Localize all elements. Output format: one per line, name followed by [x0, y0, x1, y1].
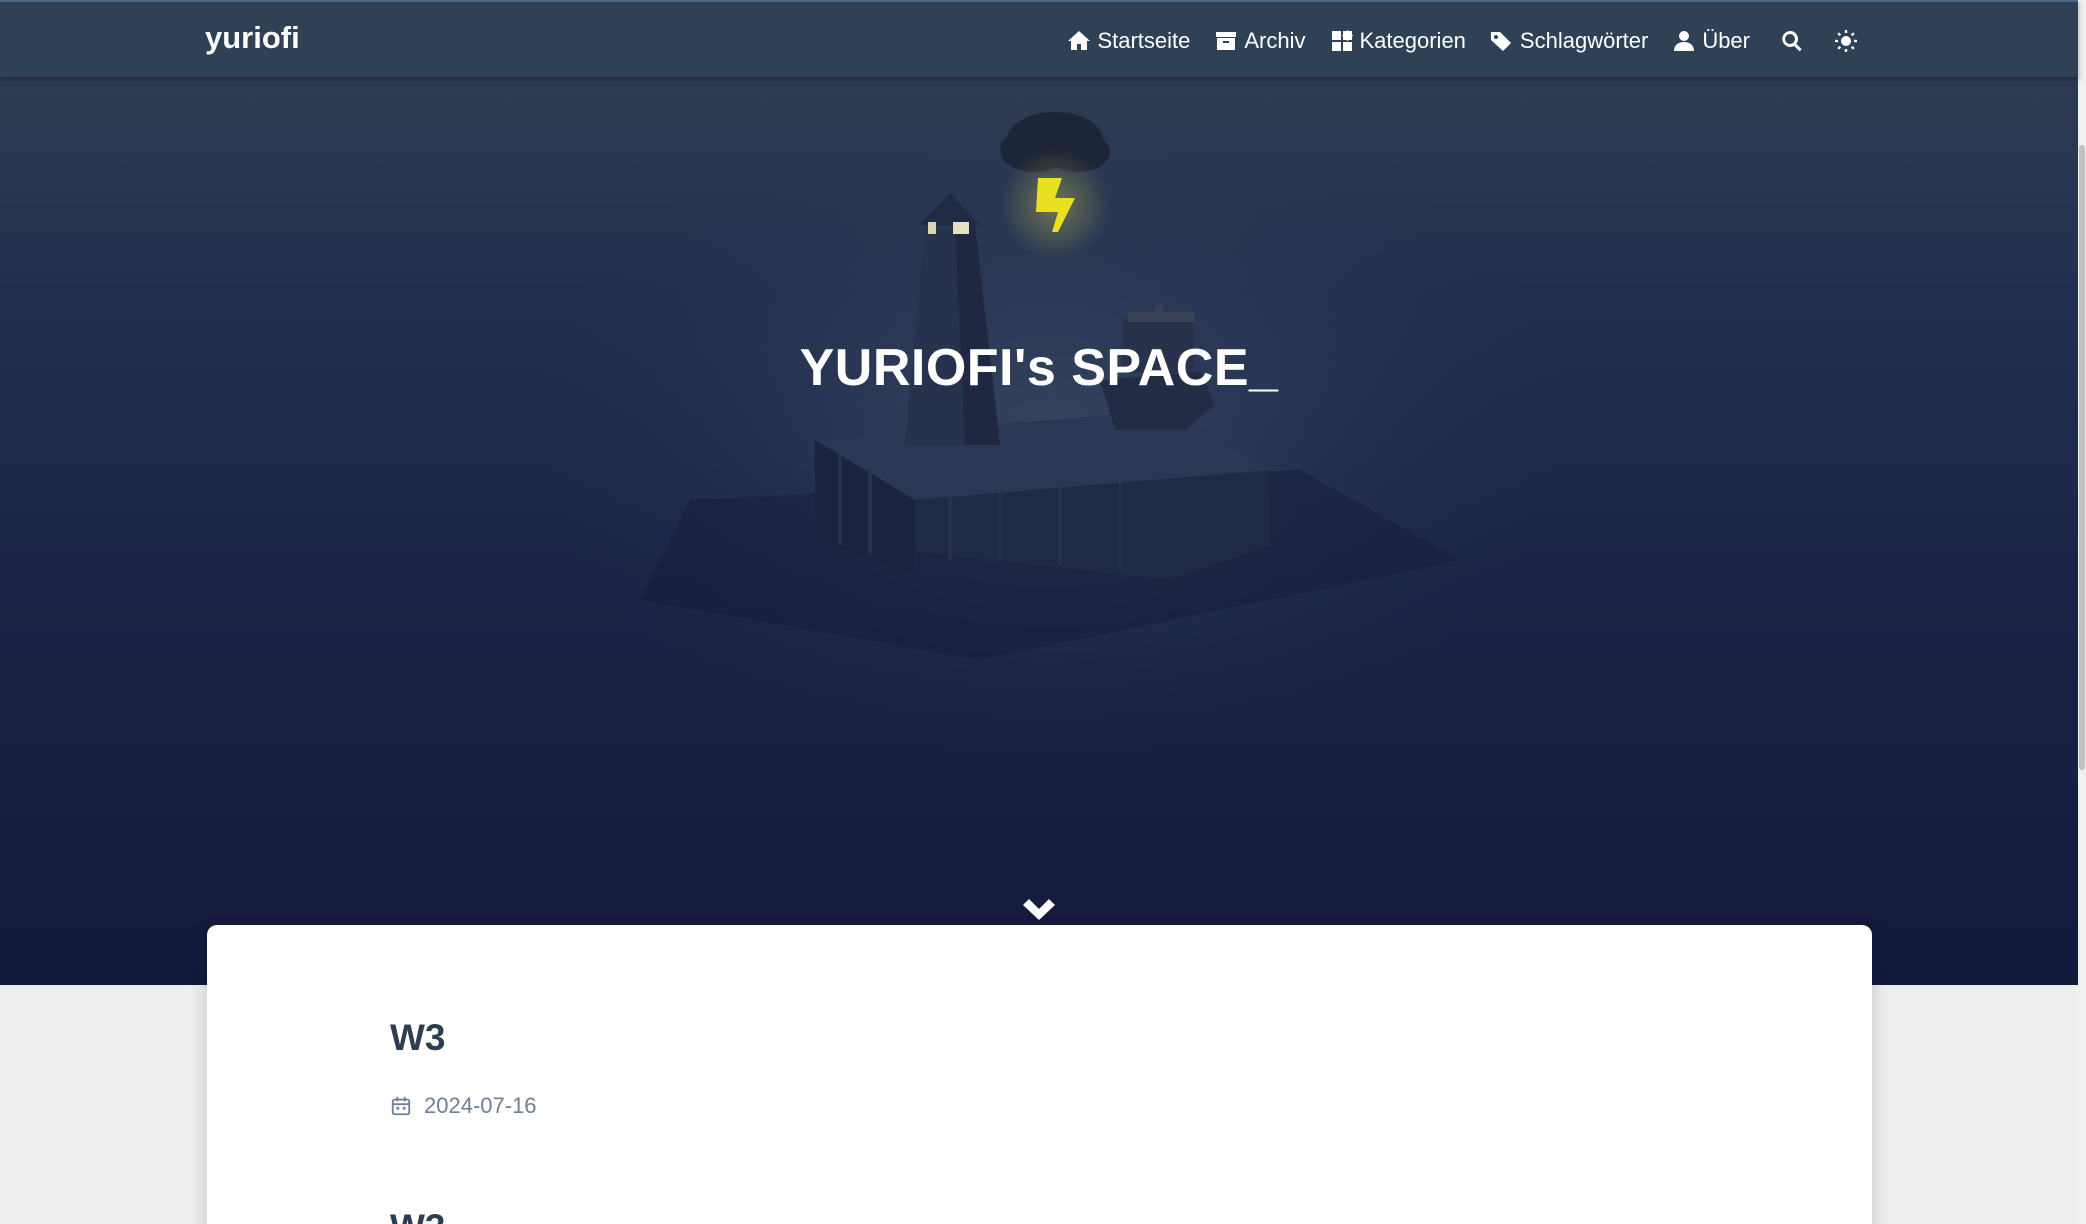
hero-title: YURIOFI's SPACE_: [799, 339, 1279, 397]
post-title-link[interactable]: W3: [390, 1017, 446, 1059]
nav-item-schlagwoerter[interactable]: Schlagwörter: [1490, 28, 1648, 54]
nav-item-label: Archiv: [1244, 27, 1306, 53]
nav-item-startseite[interactable]: Startseite: [1067, 28, 1190, 54]
calendar-icon: [391, 1096, 411, 1116]
post-meta: 2024-07-16: [390, 1093, 537, 1119]
theme-toggle-button[interactable]: [1834, 29, 1858, 53]
categories-icon: [1331, 29, 1353, 51]
user-icon: [1674, 30, 1695, 51]
navbar: yuriofi Startseite Archiv Kategorien Sch…: [0, 0, 2078, 77]
scrollbar[interactable]: [2078, 0, 2086, 1224]
scrollbar-thumb[interactable]: [2079, 145, 2085, 770]
chevron-down-icon[interactable]: [1020, 895, 1058, 925]
nav-item-label: Kategorien: [1359, 27, 1466, 53]
home-icon: [1068, 30, 1091, 50]
nav-item-kategorien[interactable]: Kategorien: [1330, 28, 1466, 54]
tags-icon: [1490, 31, 1511, 51]
nav-item-archiv[interactable]: Archiv: [1214, 27, 1306, 54]
page: YURIOFI's SPACE_ yuriofi Startseite Arch…: [0, 0, 2086, 1224]
post-date: 2024-07-16: [424, 1093, 537, 1118]
sun-icon: [1835, 29, 1857, 52]
search-icon: [1782, 30, 1802, 51]
search-button[interactable]: [1780, 29, 1804, 53]
nav-item-ueber[interactable]: Über: [1672, 28, 1750, 54]
hero-banner: YURIOFI's SPACE_: [0, 0, 2078, 985]
post-list-card: W3 2024-07-16 W3: [207, 925, 1872, 1224]
nav-item-label: Startseite: [1097, 27, 1191, 53]
nav-menu: Startseite Archiv Kategorien Schlagwörte…: [1067, 2, 1858, 79]
banner-scene-image: [530, 100, 1570, 760]
nav-item-label: Schlagwörter: [1519, 27, 1649, 53]
nav-item-label: Über: [1702, 27, 1750, 53]
post-heading: W3: [390, 1207, 446, 1224]
brand-link[interactable]: yuriofi: [205, 20, 300, 56]
archive-icon: [1216, 31, 1237, 50]
